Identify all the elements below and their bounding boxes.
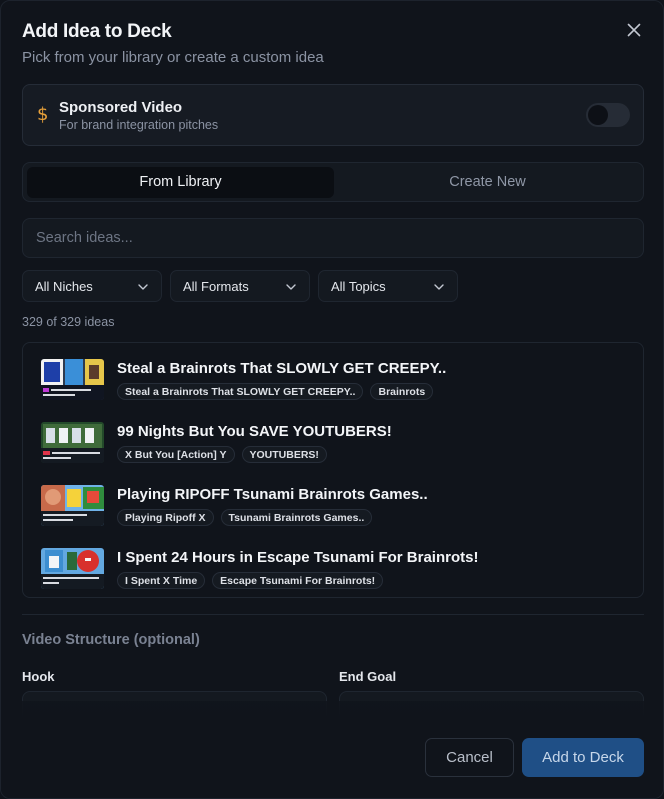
filter-label: All Niches — [35, 279, 93, 294]
ideas-count: 329 of 329 ideas — [22, 315, 115, 329]
chevron-down-icon — [434, 284, 444, 290]
section-divider — [22, 614, 644, 615]
toggle-knob — [588, 105, 608, 125]
hook-label: Hook — [22, 669, 55, 684]
sponsored-video-card: $ Sponsored Video For brand integration … — [22, 84, 644, 146]
idea-list-item[interactable]: I Spent 24 Hours in Escape Tsunami For B… — [23, 542, 643, 597]
tag-badge: X But You [Action] Y — [117, 446, 235, 463]
idea-tags: I Spent X Time Escape Tsunami For Brainr… — [117, 572, 384, 589]
filter-formats-dropdown[interactable]: All Formats — [170, 270, 310, 302]
idea-title: 99 Nights But You SAVE YOUTUBERS! — [117, 423, 392, 440]
add-to-deck-button[interactable]: Add to Deck — [522, 738, 644, 777]
sponsored-title: Sponsored Video — [59, 99, 183, 116]
end-goal-label: End Goal — [339, 669, 397, 684]
tab-from-library[interactable]: From Library — [27, 167, 334, 198]
chevron-down-icon — [286, 284, 296, 290]
idea-list-item[interactable]: 99 Nights But You SAVE YOUTUBERS! X But … — [23, 416, 643, 478]
sponsored-toggle[interactable] — [586, 103, 630, 127]
tag-badge: Tsunami Brainrots Games.. — [220, 509, 373, 526]
filter-niches-dropdown[interactable]: All Niches — [22, 270, 162, 302]
search-input[interactable] — [22, 218, 644, 258]
idea-list-item[interactable]: Playing RIPOFF Tsunami Brainrots Games..… — [23, 479, 643, 541]
filter-label: All Formats — [183, 279, 249, 294]
idea-list-item[interactable]: Steal a Brainrots That SLOWLY GET CREEPY… — [23, 353, 643, 415]
idea-tags: X But You [Action] Y YOUTUBERS! — [117, 446, 327, 463]
chevron-down-icon — [138, 284, 148, 290]
idea-tags: Playing Ripoff X Tsunami Brainrots Games… — [117, 509, 373, 526]
thumbnail-image — [41, 485, 104, 526]
cancel-button[interactable]: Cancel — [425, 738, 514, 777]
thumbnail-image — [41, 359, 104, 400]
tag-badge: YOUTUBERS! — [241, 446, 327, 463]
idea-title: I Spent 24 Hours in Escape Tsunami For B… — [117, 549, 479, 566]
video-structure-title: Video Structure (optional) — [22, 632, 200, 648]
idea-title: Steal a Brainrots That SLOWLY GET CREEPY… — [117, 360, 447, 377]
tab-create-new[interactable]: Create New — [334, 167, 641, 198]
filter-label: All Topics — [331, 279, 386, 294]
idea-tags: Steal a Brainrots That SLOWLY GET CREEPY… — [117, 383, 434, 400]
thumbnail-image — [41, 422, 104, 463]
tag-badge: Escape Tsunami For Brainrots! — [212, 572, 384, 589]
sponsored-subtitle: For brand integration pitches — [59, 118, 219, 132]
tag-badge: Steal a Brainrots That SLOWLY GET CREEPY… — [117, 383, 364, 400]
ideas-list[interactable]: Steal a Brainrots That SLOWLY GET CREEPY… — [22, 342, 644, 598]
dollar-icon: $ — [37, 104, 49, 125]
tag-badge: Playing Ripoff X — [117, 509, 214, 526]
modal-title: Add Idea to Deck — [22, 21, 172, 42]
idea-title: Playing RIPOFF Tsunami Brainrots Games.. — [117, 486, 428, 503]
tag-badge: Brainrots — [370, 383, 434, 400]
filter-topics-dropdown[interactable]: All Topics — [318, 270, 458, 302]
source-tabs: From Library Create New — [22, 162, 644, 202]
thumbnail-image — [41, 548, 104, 589]
modal-subtitle: Pick from your library or create a custo… — [22, 49, 324, 66]
add-idea-modal: Add Idea to Deck Pick from your library … — [0, 0, 664, 799]
close-icon[interactable] — [625, 21, 643, 39]
tag-badge: I Spent X Time — [117, 572, 206, 589]
